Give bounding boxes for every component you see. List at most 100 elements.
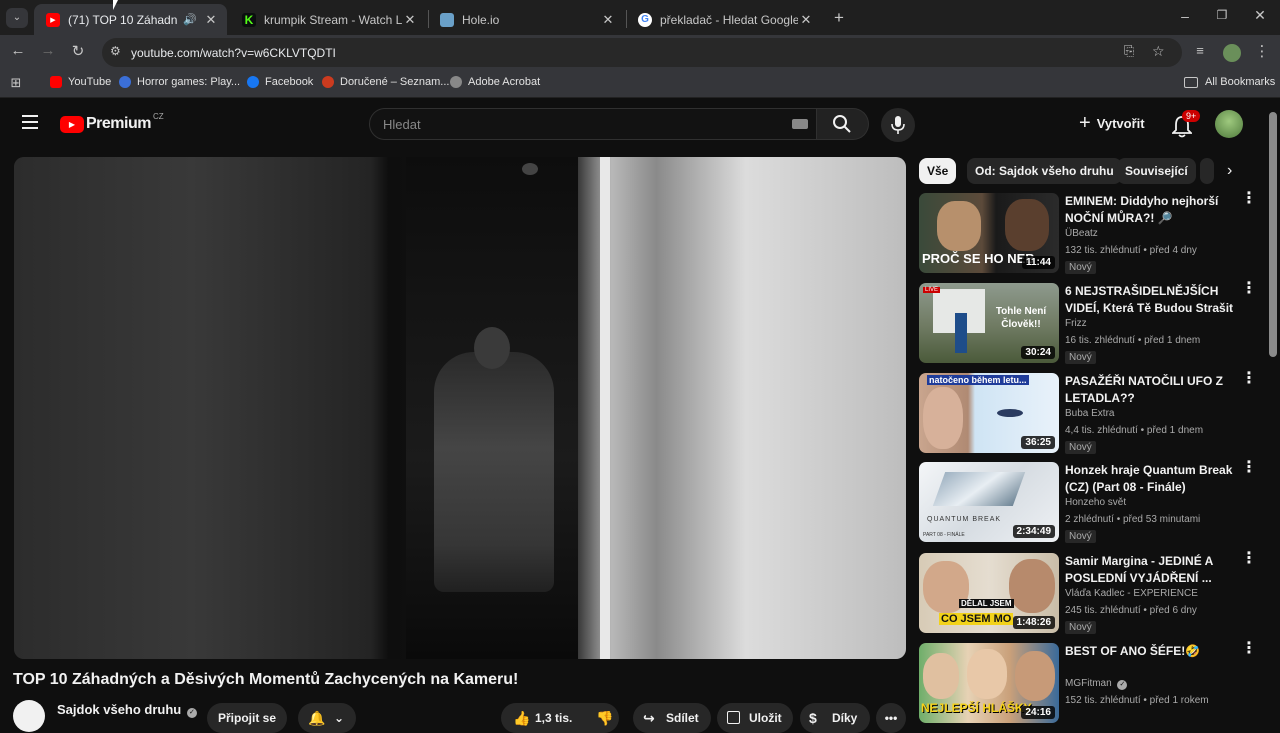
youtube-logo[interactable]: ▶ Premium CZ [60, 112, 164, 135]
thumb-caption: Tohle Není Člověk!! [995, 306, 1047, 330]
channel-name[interactable]: Vláďa Kadlec - EXPERIENCE [1065, 588, 1198, 599]
all-bookmarks[interactable]: All Bookmarks [1184, 76, 1275, 88]
thanks-button[interactable]: $ Díky [800, 703, 870, 733]
more-actions-icon[interactable]: ⋮ [1241, 460, 1257, 476]
video-title[interactable]: 6 NEJSTRAŠIDELNĚJŠÍCH VIDEÍ, Která Tě Bu… [1065, 283, 1235, 317]
channel-name[interactable]: MGFitman ✓ [1065, 678, 1128, 690]
chevron-right-icon[interactable]: › [1227, 162, 1232, 180]
video-meta: 152 tis. zhlédnutí • před 1 rokem [1065, 695, 1209, 706]
media-controls-icon[interactable]: ≡ [1189, 43, 1211, 58]
site-info-icon[interactable]: ⚙ [110, 44, 121, 58]
create-button[interactable]: + Vytvořit [1079, 113, 1145, 133]
url-text[interactable]: youtube.com/watch?v=w6CKLVTQDTI [131, 46, 336, 60]
tab-hole-io[interactable]: Hole.io ✕ [428, 4, 624, 35]
video-thumbnail[interactable]: natočeno během letu... 36:25 [919, 373, 1059, 453]
restore-icon[interactable]: ❐ [1211, 8, 1233, 22]
bookmark-youtube[interactable]: YouTube [50, 76, 111, 88]
video-thumbnail[interactable]: DĚLAL JSEM CO JSEM MO 1:48:26 [919, 553, 1059, 633]
close-tab-icon[interactable]: ✕ [600, 12, 616, 28]
bookmark-seznam[interactable]: Doručené – Seznam... [322, 76, 449, 88]
share-button[interactable]: ↪ Sdílet [633, 703, 711, 733]
folder-icon [1184, 76, 1198, 88]
thumb-caption: PROČ SE HO NEB [922, 251, 1035, 266]
video-title[interactable]: PASAŽÉŘI NATOČILI UFO Z LETADLA?? [1065, 373, 1235, 407]
forward-arrow-icon[interactable]: → [37, 42, 59, 59]
video-title[interactable]: BEST OF ANO ŠÉFE!🤣 [1065, 643, 1235, 660]
bookmark-star-icon[interactable]: ☆ [1152, 43, 1165, 60]
more-actions-icon[interactable]: ⋮ [1241, 641, 1257, 657]
channel-avatar[interactable] [13, 700, 45, 732]
install-app-icon[interactable]: ⎘ [1124, 43, 1134, 59]
apps-grid-icon[interactable]: ⊞ [5, 75, 27, 91]
video-title[interactable]: Samir Margina - JEDINÉ A POSLEDNÍ VYJÁDŘ… [1065, 553, 1235, 587]
tab-google[interactable]: G překladač - Hledat Googlem ✕ [626, 4, 822, 35]
search-button[interactable] [817, 108, 869, 140]
more-actions-icon[interactable]: ⋮ [1241, 371, 1257, 387]
join-button[interactable]: Připojit se [207, 703, 287, 733]
video-player[interactable] [14, 157, 906, 659]
chip-related[interactable]: Související [1117, 158, 1196, 184]
video-thumbnail[interactable]: NEJLEPŠÍ HLÁŠKY 24:16 [919, 643, 1059, 723]
youtube-page: ▶ Premium CZ Hledat + Vytvořit 9+ Vše Od… [0, 98, 1280, 733]
back-arrow-icon[interactable]: ← [7, 42, 29, 59]
dislike-button[interactable]: 👎 [590, 703, 622, 733]
channel-name-link[interactable]: Sajdok všeho druhu ✓ [57, 702, 197, 718]
bookmark-facebook[interactable]: Facebook [247, 76, 313, 88]
subscribe-bell-button[interactable]: 🔔 ⌄ [298, 703, 356, 733]
video-meta: 16 tis. zhlédnutí • před 1 dnem [1065, 335, 1201, 346]
channel-name[interactable]: Honzeho svět [1065, 497, 1126, 508]
live-badge: LIVE [923, 287, 941, 293]
tab-youtube[interactable]: ▶ (71) TOP 10 Záhadných a Děsivých Momen… [34, 4, 227, 35]
video-title[interactable]: EMINEM: Diddyho nejhorší NOČNÍ MŮRA?! 🔎 [1065, 193, 1235, 227]
browser-menu-icon[interactable]: ⋮ [1251, 42, 1273, 60]
video-meta: 2 zhlédnutí • před 53 minutami [1065, 514, 1201, 525]
bookmark-adobe-acrobat[interactable]: Adobe Acrobat [450, 76, 540, 88]
video-title[interactable]: Honzek hraje Quantum Break (CZ) (Part 08… [1065, 462, 1235, 496]
voice-search-button[interactable] [881, 108, 915, 142]
recommendation-item[interactable]: LIVE Tohle Není Člověk!! 30:24 6 NEJSTRA… [919, 281, 1264, 364]
close-tab-icon[interactable]: ✕ [402, 12, 418, 28]
recommendation-item[interactable]: NEJLEPŠÍ HLÁŠKY 24:16 BEST OF ANO ŠÉFE!🤣… [919, 641, 1264, 723]
globe-icon [450, 76, 462, 88]
more-actions-icon[interactable]: ⋮ [1241, 281, 1257, 297]
recommendation-item[interactable]: DĚLAL JSEM CO JSEM MO 1:48:26 Samir Marg… [919, 551, 1264, 634]
profile-avatar[interactable] [1223, 44, 1241, 62]
video-thumbnail[interactable]: PROČ SE HO NEB 11:44 [919, 193, 1059, 273]
bookmark-horror-games[interactable]: Horror games: Play... [119, 76, 240, 88]
channel-name[interactable]: Frizz [1065, 318, 1087, 329]
more-actions-icon[interactable]: ⋮ [1241, 551, 1257, 567]
new-tab-icon[interactable]: + [828, 8, 850, 28]
chip-more[interactable] [1200, 158, 1214, 184]
chip-all[interactable]: Vše [919, 158, 957, 184]
search-input[interactable]: Hledat [369, 108, 817, 140]
notifications-button[interactable]: 9+ [1170, 110, 1201, 138]
video-thumbnail[interactable]: QUANTUM BREAK PART 08 - FINÁLE 2:34:49 [919, 462, 1059, 542]
thumb-ufo [997, 409, 1023, 417]
close-window-icon[interactable]: ✕ [1249, 7, 1271, 24]
address-bar[interactable]: ⚙ youtube.com/watch?v=w6CKLVTQDTI ⎘ ☆ [102, 38, 1182, 67]
minimize-icon[interactable]: – [1174, 8, 1196, 24]
tab-kick[interactable]: K krumpik Stream - Watch Live on Kick ✕ [230, 4, 426, 35]
video-meta: 245 tis. zhlédnutí • před 6 dny [1065, 605, 1197, 616]
hamburger-menu-icon[interactable] [22, 115, 38, 129]
more-actions-icon[interactable]: ⋮ [1241, 191, 1257, 207]
recommendation-item[interactable]: PROČ SE HO NEB 11:44 EMINEM: Diddyho nej… [919, 191, 1264, 274]
close-tab-icon[interactable]: ✕ [203, 12, 219, 28]
speaker-icon[interactable]: 🔊 [183, 13, 197, 26]
save-button[interactable]: Uložit [717, 703, 793, 733]
chip-from-channel[interactable]: Od: Sajdok všeho druhu [967, 158, 1122, 184]
account-avatar[interactable] [1215, 110, 1243, 138]
keyboard-icon[interactable] [792, 119, 808, 129]
more-actions-button[interactable]: ••• [876, 703, 906, 733]
search-icon [833, 115, 851, 133]
close-tab-icon[interactable]: ✕ [798, 12, 814, 28]
channel-name[interactable]: ÜBeatz [1065, 228, 1098, 239]
video-thumbnail[interactable]: LIVE Tohle Není Člověk!! 30:24 [919, 283, 1059, 363]
page-scrollbar[interactable] [1269, 112, 1277, 357]
recommendation-item[interactable]: natočeno během letu... 36:25 PASAŽÉŘI NA… [919, 371, 1264, 454]
reload-icon[interactable]: ↻ [67, 42, 89, 60]
tab-list-chevron-icon[interactable]: ⌄ [6, 8, 28, 28]
verified-icon: ✓ [186, 708, 197, 718]
channel-name[interactable]: Buba Extra [1065, 408, 1114, 419]
recommendation-item[interactable]: QUANTUM BREAK PART 08 - FINÁLE 2:34:49 H… [919, 460, 1264, 543]
